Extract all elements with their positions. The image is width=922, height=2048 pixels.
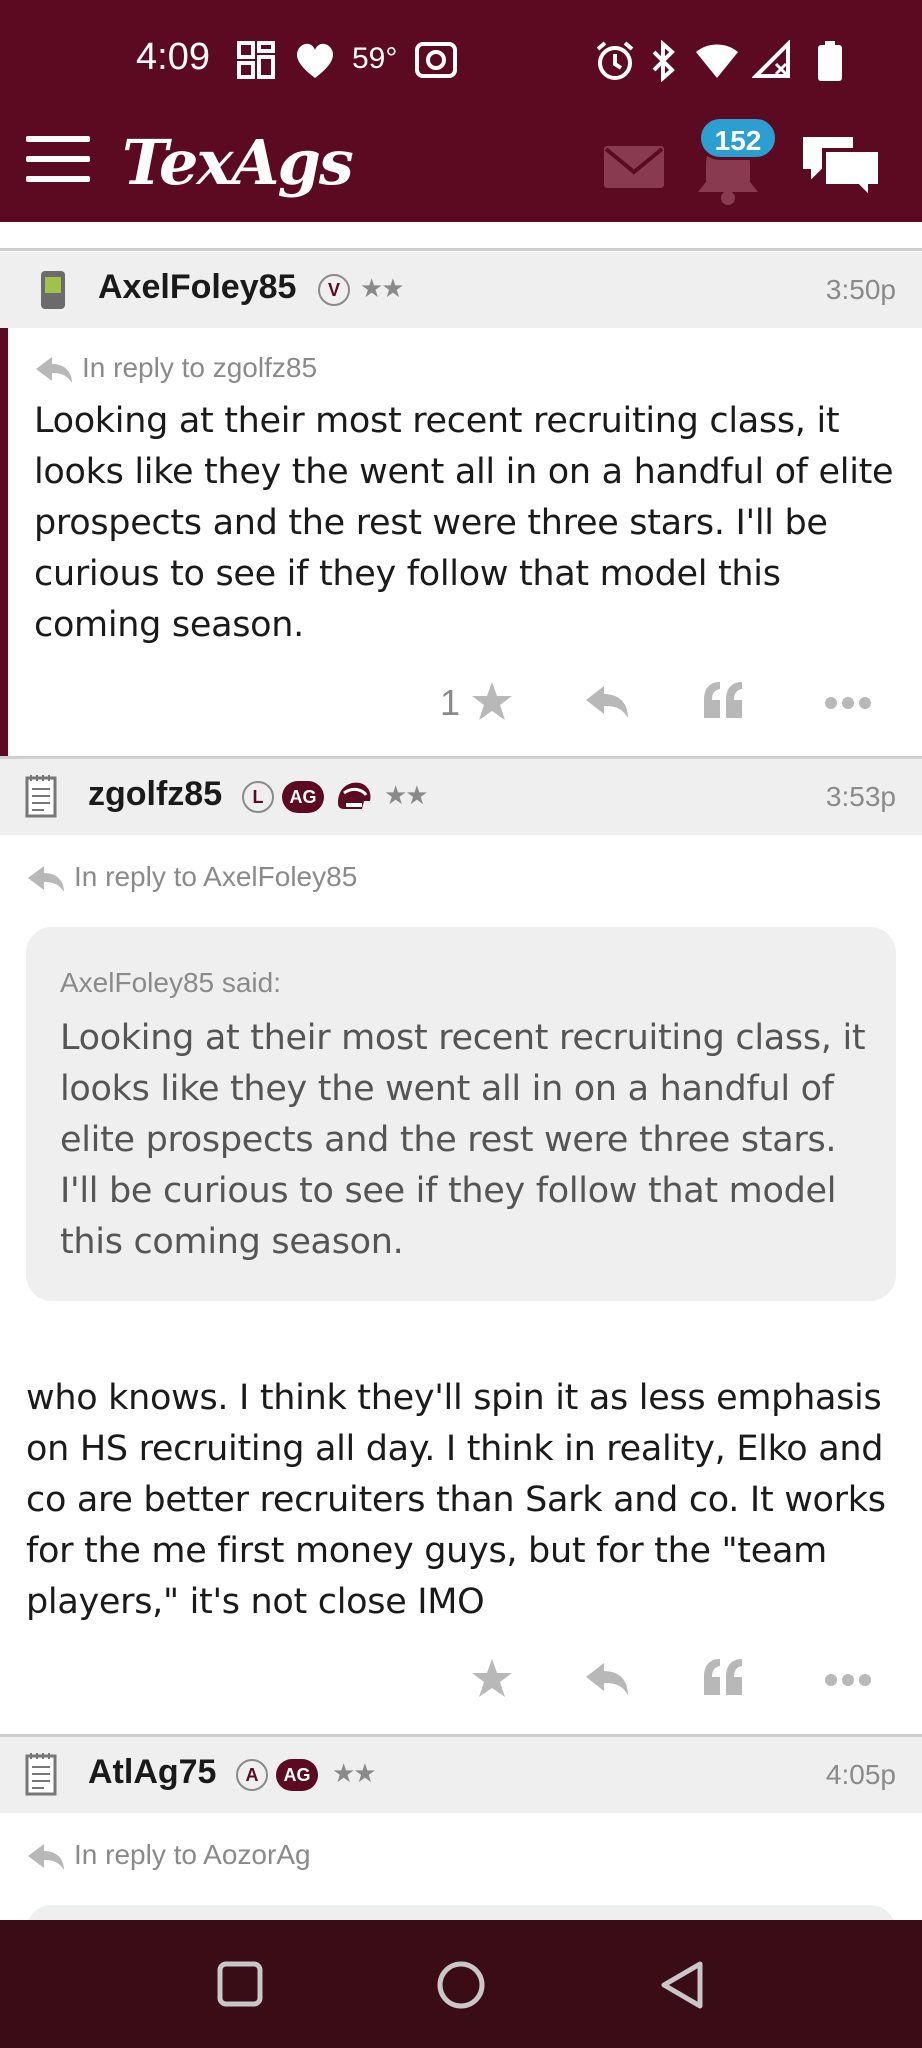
post-body: Looking at their most recent recruiting … [34, 401, 894, 645]
rank-stars-icon: ★★ [384, 781, 429, 811]
post-axelfoley85: AxelFoley85 V ★★ 3:50p In reply to zgolf… [0, 252, 922, 756]
more-icon[interactable] [824, 1673, 872, 1687]
reply-to-link[interactable]: In reply to AozorAg [26, 1839, 311, 1872]
bluetooth-icon [652, 40, 675, 82]
heart-icon [296, 43, 334, 78]
battery-icon [818, 41, 842, 81]
quote-icon[interactable] [702, 680, 746, 720]
reply-to-text: In reply to AozorAg [74, 1839, 311, 1870]
post-atlag75: AtlAg75 A AG ★★ 4:05p In reply to AozorA… [0, 1737, 922, 1920]
star-icon[interactable] [470, 1657, 514, 1701]
reply-icon[interactable] [584, 684, 630, 720]
notepad-avatar-icon[interactable] [24, 1751, 58, 1797]
post-time: 4:05p [825, 1759, 896, 1790]
post-username[interactable]: AtlAg75 [88, 1753, 216, 1792]
ag-badge: AG [282, 781, 324, 813]
status-time: 4:09 [136, 36, 210, 78]
post-time: 3:53p [825, 781, 896, 812]
rank-stars-icon: ★★ [360, 274, 405, 304]
hamburger-icon[interactable] [26, 136, 90, 186]
home-icon[interactable] [436, 1960, 486, 2010]
status-bar: 4:09 59° [0, 0, 922, 122]
post-time: 3:50p [825, 274, 896, 305]
post-zgolfz85: zgolfz85 L AG ★★ 3:53p In reply to AxelF… [0, 759, 922, 1735]
reply-to-text: In reply to AxelFoley85 [74, 861, 358, 892]
star-icon[interactable] [470, 680, 514, 724]
quote-block: AxelFoley85 said: Looking at their most … [26, 927, 896, 1301]
camera-icon [415, 42, 457, 78]
rank-stars-icon: ★★ [332, 1759, 377, 1789]
back-icon[interactable] [658, 1960, 706, 2010]
reply-to-link[interactable]: In reply to zgolfz85 [34, 352, 317, 385]
notification-badge[interactable]: 152 [698, 116, 778, 160]
reply-to-text: In reply to zgolfz85 [82, 352, 318, 383]
widget-icon [237, 41, 275, 79]
wifi-icon [696, 44, 738, 78]
phone-avatar-icon[interactable] [38, 268, 68, 312]
notepad-avatar-icon[interactable] [24, 773, 58, 819]
post-username[interactable]: AxelFoley85 [98, 268, 296, 307]
helmet-icon [338, 782, 371, 809]
like-count: 1 [440, 682, 461, 723]
chat-icon[interactable] [798, 130, 884, 202]
post-body: who knows. I think they'll spin it as le… [26, 1378, 886, 1622]
alarm-icon [596, 41, 634, 80]
post-username[interactable]: zgolfz85 [88, 775, 222, 814]
quote-text: Looking at their most recent recruiting … [60, 1018, 866, 1262]
quote-author: AxelFoley85 said: [60, 967, 282, 998]
rank-badge-v: V [318, 274, 350, 306]
app-header: TexAgs 152 [0, 116, 922, 222]
reply-icon [28, 865, 64, 892]
post-header: zgolfz85 L AG ★★ 3:53p [0, 759, 922, 835]
more-icon[interactable] [824, 696, 872, 710]
texags-logo[interactable]: TexAgs [122, 126, 354, 199]
reply-icon [28, 1843, 64, 1870]
recents-icon[interactable] [216, 1960, 264, 2008]
quote-icon[interactable] [702, 1657, 746, 1697]
quote-block [26, 1905, 896, 1920]
rank-badge-l: L [242, 781, 274, 813]
header-divider [0, 248, 922, 251]
reply-icon[interactable] [584, 1661, 630, 1697]
signal-icon [752, 40, 790, 78]
ag-badge: AG [276, 1759, 318, 1791]
status-temperature: 59° [352, 42, 398, 75]
reply-to-link[interactable]: In reply to AxelFoley85 [26, 861, 357, 894]
reply-icon [36, 356, 72, 383]
post-header: AtlAg75 A AG ★★ 4:05p [0, 1737, 922, 1813]
mail-icon[interactable] [602, 144, 666, 190]
system-nav-bar [0, 1920, 922, 2048]
rank-badge-a: A [236, 1759, 268, 1791]
post-header: AxelFoley85 V ★★ 3:50p [0, 252, 922, 328]
